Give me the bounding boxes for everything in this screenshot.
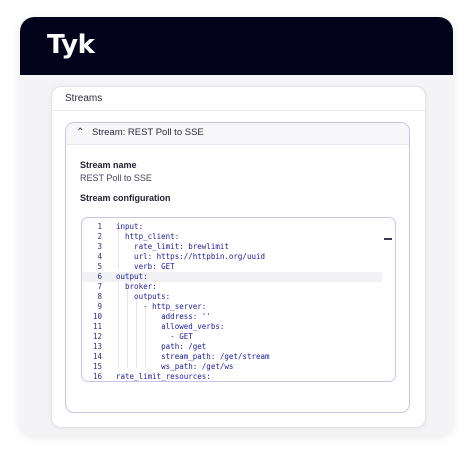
code-line[interactable]: 14 stream_path: /get/stream (82, 352, 382, 362)
line-text: rate_limit: brewlimit (116, 242, 229, 251)
app-window: Tyk Streams ⌃ Stream: REST Poll to SSE S… (20, 17, 453, 435)
line-text: ws_path: /get/ws (116, 362, 234, 371)
line-text: broker: (116, 282, 157, 291)
line-number: 14 (92, 352, 102, 361)
divider (52, 110, 425, 111)
code-line[interactable]: 5 verb: GET (82, 262, 382, 272)
stream-config-label: Stream configuration (80, 193, 171, 203)
code-line[interactable]: 9 - http_server: (82, 302, 382, 312)
code-line[interactable]: 6 output: (82, 272, 382, 282)
line-text: input: (116, 222, 144, 231)
code-line[interactable]: 3 rate_limit: brewlimit (82, 242, 382, 252)
line-number: 7 (97, 282, 102, 291)
line-number: 6 (97, 272, 102, 281)
panel-title: Streams (65, 93, 103, 104)
stream-card-title: Stream: REST Poll to SSE (92, 127, 204, 138)
code-line[interactable]: 7 broker: (82, 282, 382, 292)
top-header: Tyk (20, 17, 453, 75)
line-text: - GET (116, 332, 193, 341)
line-number: 10 (92, 312, 102, 321)
code-line[interactable]: 1 input: (82, 222, 382, 232)
line-number: 15 (92, 362, 102, 371)
line-number: 13 (92, 342, 102, 351)
code-editor[interactable]: 1 input: 2 http_client: 3 rate_limit: brewl… (81, 217, 396, 382)
line-text: path: /get (116, 342, 207, 351)
line-text: rate_limit_resources: (116, 372, 211, 381)
code-line[interactable]: 4 url: https://httpbin.org/uuid (82, 252, 382, 262)
code-line[interactable]: 10 address: '' (82, 312, 382, 322)
line-number: 11 (92, 322, 102, 331)
code-line[interactable]: 11 allowed_verbs: (82, 322, 382, 332)
line-number: 12 (92, 332, 102, 341)
stream-name-value: REST Poll to SSE (80, 173, 152, 183)
streams-panel: Streams ⌃ Stream: REST Poll to SSE Strea… (51, 86, 426, 428)
line-text: outputs: (116, 292, 171, 301)
code-line[interactable]: 12 - GET (82, 332, 382, 342)
line-text: address: '' (116, 312, 211, 321)
line-text: http_client: (116, 232, 180, 241)
code-line[interactable]: 8 outputs: (82, 292, 382, 302)
line-text: output: (116, 272, 148, 281)
chevron-up-icon[interactable]: ⌃ (76, 127, 84, 138)
line-text: - http_server: (116, 302, 207, 311)
overview-ruler-mark (384, 238, 392, 240)
line-number: 8 (97, 292, 102, 301)
code-line[interactable]: 16 rate_limit_resources: (82, 372, 382, 381)
line-number: 4 (97, 252, 102, 261)
code-line[interactable]: 13 path: /get (82, 342, 382, 352)
code-line[interactable]: 2 http_client: (82, 232, 382, 242)
line-text: verb: GET (116, 262, 175, 271)
line-number: 3 (97, 242, 102, 251)
line-text: allowed_verbs: (116, 322, 225, 331)
line-number: 16 (92, 372, 102, 381)
tyk-logo: Tyk (47, 30, 95, 60)
code-line[interactable]: 15 ws_path: /get/ws (82, 362, 382, 372)
line-number: 5 (97, 262, 102, 271)
line-number: 2 (97, 232, 102, 241)
line-number: 1 (97, 222, 102, 231)
stream-card: ⌃ Stream: REST Poll to SSE Stream name R… (65, 122, 410, 413)
stream-card-header[interactable]: ⌃ Stream: REST Poll to SSE (66, 123, 409, 145)
line-number: 9 (97, 302, 102, 311)
line-text: url: https://httpbin.org/uuid (116, 252, 266, 261)
line-text: stream_path: /get/stream (116, 352, 270, 361)
stream-name-label: Stream name (80, 160, 137, 170)
